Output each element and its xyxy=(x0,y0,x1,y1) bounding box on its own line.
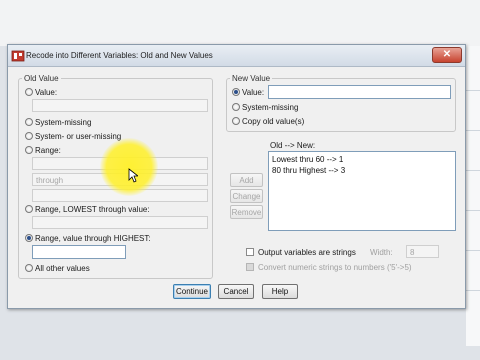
add-button[interactable]: Add xyxy=(230,173,263,187)
old-value-input[interactable] xyxy=(32,99,208,112)
new-value-radio[interactable] xyxy=(232,88,240,96)
new-value-label: Value: xyxy=(242,88,265,97)
background-data-column xyxy=(466,46,480,346)
old-range-highest-radio[interactable] xyxy=(25,234,33,242)
old-new-list-label: Old --> New: xyxy=(270,141,316,150)
old-all-other-radio[interactable] xyxy=(25,264,33,272)
old-system-missing-radio[interactable] xyxy=(25,118,33,126)
convert-numeric-checkbox[interactable] xyxy=(246,263,254,271)
list-item[interactable]: Lowest thru 60 --> 1 xyxy=(269,154,455,165)
new-value-input[interactable] xyxy=(268,85,451,99)
convert-numeric-label: Convert numeric strings to numbers ('5'-… xyxy=(258,263,412,272)
continue-button[interactable]: Continue xyxy=(173,284,211,299)
change-button[interactable]: Change xyxy=(230,189,263,203)
old-value-label: Value: xyxy=(35,88,58,97)
old-range-radio[interactable] xyxy=(25,146,33,154)
recode-dialog: Recode into Different Variables: Old and… xyxy=(7,44,466,309)
output-strings-label: Output variables are strings xyxy=(258,248,356,257)
old-range-lowest-radio[interactable] xyxy=(25,205,33,213)
grid-line xyxy=(466,90,480,91)
width-value: 8 xyxy=(410,248,415,257)
grid-line xyxy=(466,290,480,291)
old-range-lowest-label: Range, LOWEST through value: xyxy=(35,205,150,214)
range-lowest-input[interactable] xyxy=(32,216,208,229)
old-system-user-missing-radio[interactable] xyxy=(25,132,33,140)
old-range-highest-label: Range, value through HIGHEST: xyxy=(35,234,151,243)
output-strings-checkbox[interactable] xyxy=(246,248,254,256)
background-toolbar xyxy=(0,0,480,46)
list-item[interactable]: 80 thru Highest --> 3 xyxy=(269,165,455,176)
grid-line xyxy=(466,250,480,251)
old-all-other-label: All other values xyxy=(35,264,90,273)
new-system-missing-label: System-missing xyxy=(242,103,299,112)
old-range-label: Range: xyxy=(35,146,61,155)
range-highest-input[interactable] xyxy=(32,245,126,259)
title-bar[interactable]: Recode into Different Variables: Old and… xyxy=(8,45,465,67)
close-icon: ✕ xyxy=(442,49,452,60)
cursor-highlight xyxy=(100,138,158,196)
new-value-group-label: New Value xyxy=(230,74,273,83)
mouse-pointer-icon xyxy=(128,168,138,183)
width-label: Width: xyxy=(370,248,393,257)
remove-button[interactable]: Remove xyxy=(230,205,263,219)
dialog-title: Recode into Different Variables: Old and… xyxy=(26,51,213,60)
old-value-radio[interactable] xyxy=(25,88,33,96)
grid-line xyxy=(466,170,480,171)
copy-old-values-radio[interactable] xyxy=(232,117,240,125)
old-system-missing-label: System-missing xyxy=(35,118,92,127)
old-system-user-missing-label: System- or user-missing xyxy=(35,132,122,141)
app-icon xyxy=(11,50,25,62)
close-button[interactable]: ✕ xyxy=(432,47,462,63)
grid-line xyxy=(466,130,480,131)
old-new-list[interactable]: Lowest thru 60 --> 1 80 thru Highest -->… xyxy=(268,151,456,231)
grid-line xyxy=(466,210,480,211)
cancel-button[interactable]: Cancel xyxy=(218,284,254,299)
new-system-missing-radio[interactable] xyxy=(232,103,240,111)
copy-old-values-label: Copy old value(s) xyxy=(242,117,305,126)
old-value-group-label: Old Value xyxy=(22,74,61,83)
help-button[interactable]: Help xyxy=(262,284,298,299)
width-input[interactable]: 8 xyxy=(406,245,439,258)
